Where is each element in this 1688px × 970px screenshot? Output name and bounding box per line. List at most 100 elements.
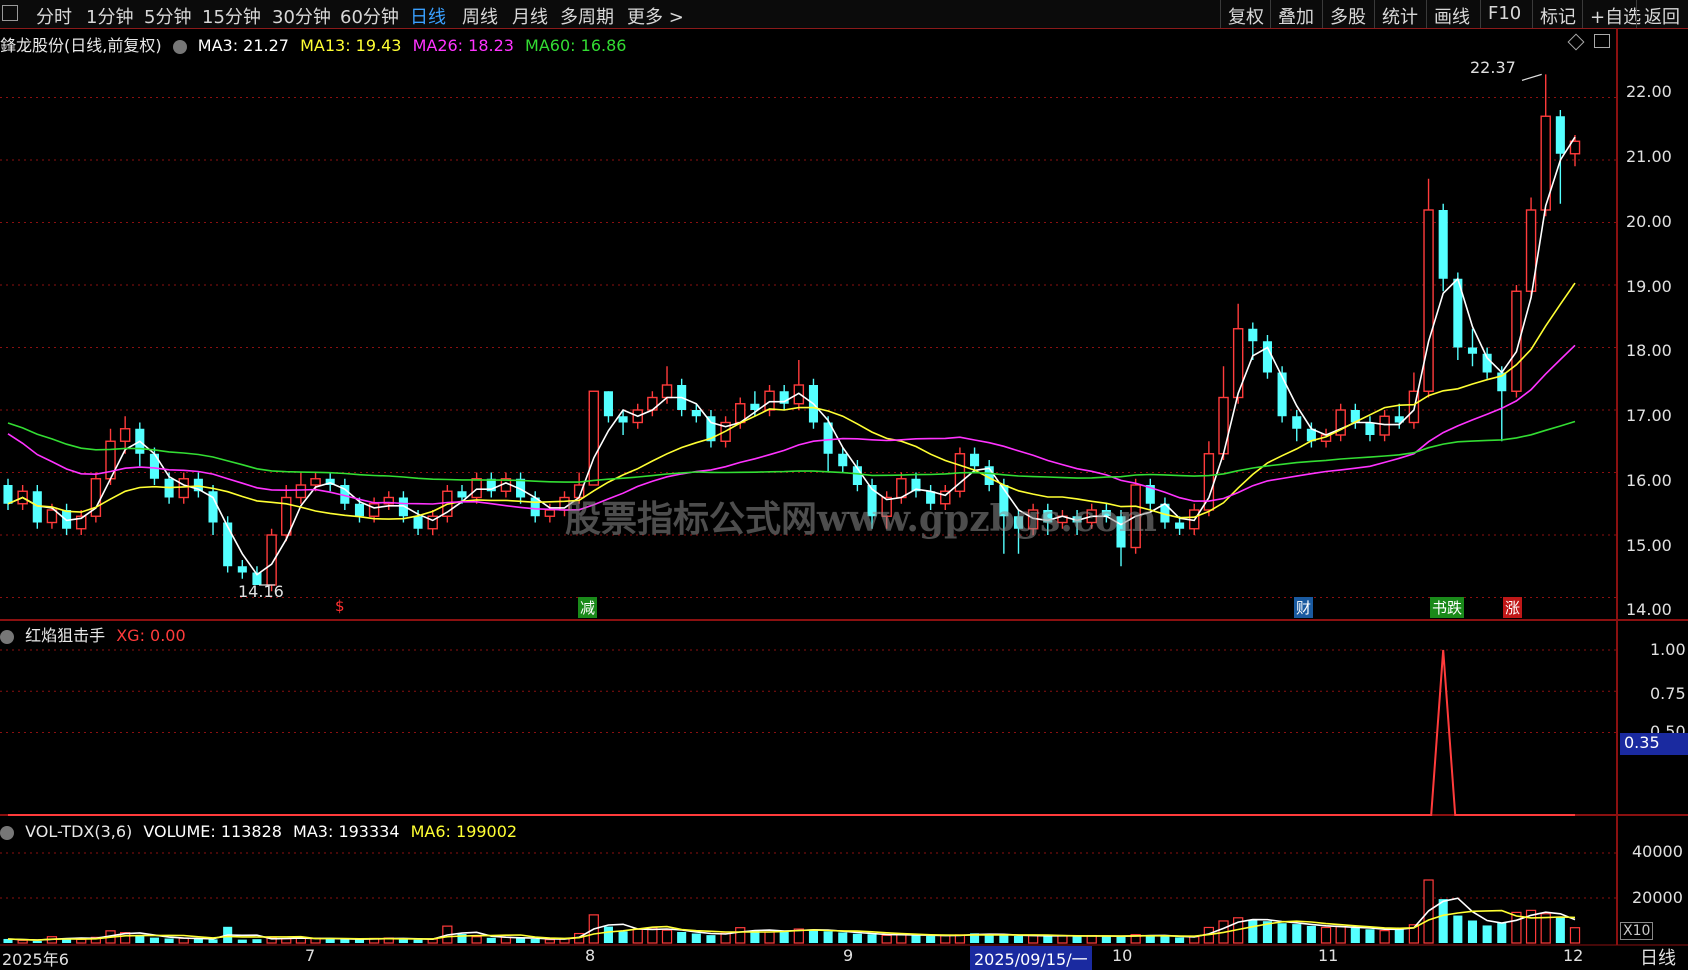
volume-ma3-value: MA3: 193334 [293, 822, 400, 841]
toolbar-button[interactable]: 返回 [1644, 3, 1680, 29]
candle-body [691, 410, 701, 417]
candle-body [1379, 415, 1390, 436]
volume-bar [1555, 917, 1565, 943]
candle-body [310, 478, 321, 486]
candle-body [603, 391, 613, 417]
volume-bar [1438, 899, 1448, 943]
candle-body [618, 416, 628, 423]
volume-bar [881, 934, 892, 944]
toolbar-button[interactable]: 标记 [1540, 3, 1576, 29]
period-tab[interactable]: 30分钟 [272, 3, 331, 29]
panel-toggle-icon[interactable] [1594, 34, 1610, 48]
toolbar-button[interactable]: 多股 [1330, 3, 1366, 29]
volume-bar [208, 939, 218, 943]
toolbar-button[interactable]: 复权 [1228, 3, 1264, 29]
volume-bar [252, 939, 262, 943]
volume-indicator-name: VOL-TDX(3,6) [25, 822, 133, 841]
date-tick-label: 7 [305, 946, 316, 965]
volume-bar [76, 938, 87, 944]
volume-bar [1028, 934, 1039, 944]
chevron-down-icon[interactable] [172, 39, 187, 54]
toolbar-button[interactable]: 画线 [1434, 3, 1470, 29]
volume-bar [1116, 936, 1126, 943]
price-tick-label: 20.00 [1626, 212, 1672, 231]
toolbar-button[interactable]: 叠加 [1278, 3, 1314, 29]
volume-bar [852, 933, 862, 943]
event-marker[interactable]: 书跌 [1430, 597, 1465, 618]
volume-bar [661, 929, 673, 944]
indicator-panel-title: 红焰狙击手 XG: 0.00 [0, 622, 192, 646]
candle-body [3, 485, 13, 504]
period-tab[interactable]: 月线 [512, 3, 548, 29]
main-panel-title: 鋒龙股份(日线,前复权) MA3: 21.27 MA13: 19.43 MA26… [0, 32, 632, 56]
candle-body [413, 516, 423, 529]
indicator-current-value: 0.35 [1620, 733, 1688, 755]
volume-unit: X10 [1620, 922, 1654, 940]
date-tick-label: 2025年6 [2, 950, 69, 969]
candle-body [471, 478, 482, 499]
volume-bar [706, 935, 716, 943]
volume-bar [1365, 929, 1375, 943]
date-tick-label: 10 [1112, 946, 1133, 965]
period-tab[interactable]: 1分钟 [86, 3, 133, 29]
price-tick-label: 22.00 [1626, 82, 1672, 101]
candle-body [46, 509, 58, 524]
volume-bar [618, 931, 628, 943]
period-tab[interactable]: 15分钟 [202, 3, 261, 29]
candle-body [178, 478, 189, 499]
period-tab[interactable]: 分时 [36, 3, 72, 29]
date-tick-label[interactable]: 2025/09/15/一 [970, 946, 1092, 970]
volume-bar [1467, 920, 1478, 943]
volume-bar [17, 939, 28, 944]
chevron-down-icon[interactable] [0, 629, 14, 644]
candle-body [1292, 416, 1302, 429]
candle-body [588, 390, 600, 486]
toolbar-button[interactable]: +自选 [1590, 3, 1641, 29]
volume-bar [764, 931, 775, 944]
high-arrow [1521, 73, 1542, 81]
volume-bar [281, 938, 292, 944]
volume-bar [984, 934, 994, 943]
candle-body [295, 484, 307, 499]
event-marker[interactable]: 财 [1294, 597, 1314, 618]
event-marker[interactable]: 涨 [1503, 597, 1523, 618]
volume-bar [1453, 915, 1463, 943]
event-marker[interactable]: $ [333, 597, 347, 615]
period-tab[interactable]: 5分钟 [144, 3, 191, 29]
candle-body [1555, 116, 1565, 154]
volume-bar [940, 934, 951, 944]
period-tab[interactable]: 60分钟 [340, 3, 399, 29]
period-tab[interactable]: 更多 > [627, 3, 684, 29]
xg-value: XG: 0.00 [116, 626, 186, 645]
volume-bar [1350, 927, 1360, 943]
volume-bar [911, 935, 921, 943]
period-tab[interactable]: 多周期 [560, 3, 614, 29]
volume-bar [544, 939, 555, 944]
volume-bar [677, 931, 687, 943]
candle-body [119, 428, 131, 442]
price-tick-label: 16.00 [1626, 471, 1672, 490]
ma26-value: MA26: 18.23 [412, 36, 514, 55]
ma60-value: MA60: 16.86 [525, 36, 627, 55]
chevron-down-icon[interactable] [0, 825, 14, 840]
toolbar-button[interactable]: F10 [1488, 3, 1521, 24]
candle-body [661, 384, 673, 399]
period-tab[interactable]: 日线 [410, 3, 446, 29]
volume-bar [149, 937, 159, 943]
volume-bar [603, 926, 613, 943]
volume-bar [1175, 937, 1185, 943]
event-marker[interactable]: 减 [578, 597, 598, 618]
period-label[interactable]: 日线 [1640, 944, 1676, 970]
window-menu-icon[interactable] [2, 5, 18, 21]
candle-body [1248, 328, 1258, 342]
volume-bar [999, 935, 1009, 943]
volume-bar [1072, 936, 1082, 943]
volume-bar [1248, 920, 1258, 943]
toolbar-button[interactable]: 统计 [1382, 3, 1418, 29]
candle-body [1262, 341, 1272, 373]
period-tab[interactable]: 周线 [462, 3, 498, 29]
candle-body [1277, 372, 1287, 417]
candle-body [1218, 396, 1229, 455]
volume-bar [1569, 927, 1581, 944]
price-tick-label: 19.00 [1626, 277, 1672, 296]
